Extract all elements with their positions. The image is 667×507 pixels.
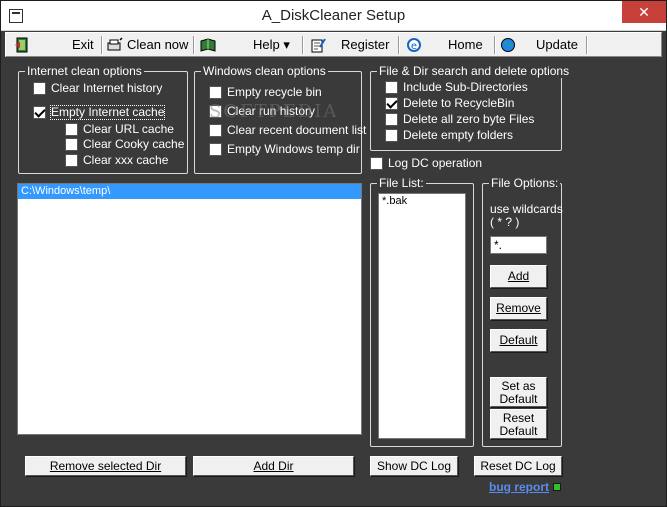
file-dir-options-title: File & Dir search and delete options [377, 64, 572, 78]
internet-options-group: Internet clean options Clear Internet hi… [18, 64, 188, 174]
add-dir-button[interactable]: Add Dir [193, 456, 354, 476]
svg-text:e: e [411, 41, 417, 52]
button-label: Remove [496, 301, 541, 315]
title-bar: A_DiskCleaner Setup ✕ [1, 1, 666, 31]
button-label: Add Dir [253, 459, 294, 473]
home-menu-item[interactable]: Home [448, 37, 483, 55]
checkbox-label: Clear URL cache [83, 122, 174, 136]
checkbox-label: Empty recycle bin [227, 85, 322, 99]
exit-door-icon [15, 37, 28, 53]
register-pen-icon [311, 38, 326, 53]
status-led-icon [553, 483, 561, 491]
checkbox-box[interactable] [209, 105, 222, 118]
file-list[interactable]: *.bak [378, 193, 466, 439]
wildcard-input[interactable]: *. [490, 236, 547, 254]
checkbox-box[interactable] [65, 154, 78, 167]
toolbar-separator [398, 36, 400, 54]
file-list-title: File List: [377, 176, 426, 190]
checkbox-label: Clear Internet history [51, 81, 163, 95]
checkbox-label: Empty Windows temp dir [227, 142, 360, 156]
close-icon: ✕ [638, 4, 650, 20]
default-patterns-button[interactable]: Default [490, 329, 547, 352]
clean-now-menu-item[interactable]: Clean now [127, 37, 188, 55]
file-list-item[interactable]: *.bak [379, 194, 465, 209]
reset-dc-log-button[interactable]: Reset DC Log [474, 456, 562, 476]
file-list-group: File List: *.bak [370, 176, 474, 447]
checkbox-label: Clear run history [227, 104, 316, 118]
checkbox-label: Clear Cooky cache [83, 137, 185, 151]
button-label: Default [499, 392, 538, 406]
button-label: Set as [501, 379, 536, 393]
wildcards-hint: use wildcards [490, 202, 563, 216]
checkbox-box[interactable] [209, 143, 222, 156]
directory-list-item[interactable]: C:\Windows\temp\ [18, 184, 361, 199]
checkbox-label: Delete empty folders [403, 128, 514, 142]
help-book-icon [200, 38, 216, 52]
file-dir-options-group: File & Dir search and delete options Inc… [370, 64, 572, 151]
toolbar: Exit Clean now Help ▾ Register e Home Up… [5, 32, 662, 57]
file-options-group: File Options: use wildcards ( * ? ) *. A… [482, 176, 563, 447]
broom-icon [107, 37, 123, 51]
checkbox-label: Delete to RecycleBin [403, 96, 515, 110]
bug-report-link[interactable]: bug report [489, 480, 549, 494]
show-dc-log-button[interactable]: Show DC Log [370, 456, 458, 476]
set-as-default-button[interactable]: Set as Default [490, 377, 547, 407]
toolbar-separator [193, 36, 195, 54]
checkbox-label: Log DC operation [388, 156, 483, 170]
checkbox-box-checked[interactable] [385, 97, 398, 110]
remove-selected-dir-button[interactable]: Remove selected Dir [25, 456, 186, 476]
toolbar-separator [586, 36, 588, 54]
wildcards-hint-symbols: ( * ? ) [490, 215, 520, 229]
add-pattern-button[interactable]: Add [490, 265, 547, 288]
remove-pattern-button[interactable]: Remove [490, 297, 547, 320]
directory-list[interactable]: C:\Windows\temp\ [17, 183, 362, 435]
checkbox-box[interactable] [65, 138, 78, 151]
checkbox-label: Clear recent document list [227, 123, 367, 137]
checkbox-box[interactable] [209, 124, 222, 137]
file-options-title: File Options: [489, 176, 561, 190]
checkbox-label: Delete all zero byte Files [403, 112, 535, 126]
window-title: A_DiskCleaner Setup [261, 7, 406, 24]
button-label: Reset [502, 411, 535, 425]
update-menu-item[interactable]: Update [536, 37, 578, 55]
button-label: Default [499, 424, 538, 438]
checkbox-box-checked[interactable] [33, 106, 46, 119]
checkbox-box[interactable] [385, 113, 398, 126]
checkbox-label: Clear xxx cache [83, 153, 169, 167]
internet-options-title: Internet clean options [25, 64, 144, 78]
ie-home-icon: e [407, 38, 421, 52]
reset-default-button[interactable]: Reset Default [490, 409, 547, 439]
checkbox-box[interactable] [385, 81, 398, 94]
button-label: Default [499, 333, 538, 347]
register-menu-item[interactable]: Register [341, 37, 389, 55]
checkbox-box[interactable] [65, 123, 78, 136]
button-label: Remove selected Dir [49, 459, 162, 473]
windows-options-group: Windows clean options Empty recycle bin … [194, 64, 366, 174]
checkbox-label: Empty Internet cache [49, 105, 166, 120]
help-label: Help [253, 37, 280, 52]
help-menu-item[interactable]: Help ▾ [253, 37, 290, 55]
toolbar-separator [302, 36, 304, 54]
windows-options-title: Windows clean options [201, 64, 328, 78]
checkbox-label: Include Sub-Directories [403, 80, 528, 94]
checkbox-box[interactable] [370, 157, 383, 170]
checkbox-box[interactable] [209, 86, 222, 99]
app-window: A_DiskCleaner Setup ✕ Exit Clean now Hel… [0, 0, 667, 507]
exit-menu-item[interactable]: Exit [72, 37, 94, 55]
chevron-down-icon: ▾ [283, 37, 290, 52]
button-label: Add [507, 269, 530, 283]
toolbar-separator [494, 36, 496, 54]
checkbox-box[interactable] [33, 82, 46, 95]
close-button[interactable]: ✕ [622, 1, 666, 23]
globe-update-icon [501, 38, 515, 52]
checkbox-box[interactable] [385, 129, 398, 142]
button-label: Show DC Log [376, 459, 452, 473]
toolbar-separator [101, 36, 103, 54]
button-label: Reset DC Log [480, 459, 556, 473]
